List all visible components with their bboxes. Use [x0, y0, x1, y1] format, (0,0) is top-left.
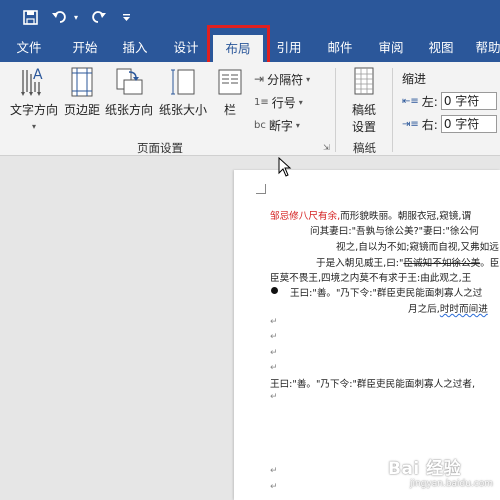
ribbon-tabs: 文件 开始 插入 设计 布局 引用 邮件 审阅 视图 帮助: [0, 34, 500, 62]
tab-view[interactable]: 视图: [418, 34, 464, 62]
columns-label: 栏: [223, 103, 236, 117]
doc-line-4-strike: 臣诚知不如徐公美: [403, 258, 481, 269]
tab-help[interactable]: 帮助: [468, 34, 500, 62]
tab-insert[interactable]: 插入: [112, 34, 158, 62]
text-direction-button[interactable]: A 文字方向 ▾: [8, 66, 60, 132]
indent-right-input[interactable]: 0 字符: [440, 115, 497, 133]
breaks-label: 分隔符: [267, 72, 304, 87]
undo-dropdown-icon[interactable]: ▾: [72, 6, 80, 28]
indent-right-control: ⇥≡ 右: 0 字符: [402, 115, 497, 133]
orientation-icon: [114, 66, 144, 98]
paragraph-mark: ↵: [270, 363, 278, 373]
manuscript-label-line1: 稿纸: [351, 103, 376, 117]
paragraph-mark: ↵: [270, 482, 278, 492]
breaks-button[interactable]: ⇥ 分隔符 ▾: [254, 70, 310, 88]
hyphenation-button[interactable]: bc 断字 ▾: [254, 116, 300, 134]
doc-line-4: 于是入朝见威王,曰:"臣诚知不如徐公美。臣之: [316, 255, 500, 269]
svg-text:A: A: [33, 67, 43, 83]
tab-home[interactable]: 开始: [62, 34, 108, 62]
indent-left-icon: ⇤≡: [402, 95, 419, 107]
tab-references[interactable]: 引用: [266, 34, 312, 62]
columns-button[interactable]: 栏: [214, 66, 246, 118]
save-icon[interactable]: [20, 6, 40, 28]
line-numbers-icon: 1≡: [254, 96, 269, 108]
manuscript-label-line2: 设置: [351, 120, 376, 134]
paragraph-mark: ↵: [270, 317, 278, 327]
group-separator: [392, 68, 393, 152]
paragraph-mark: ↵: [270, 466, 278, 476]
indent-label: 缩进: [402, 72, 427, 86]
doc-bullet-line: 王曰:"善。"乃下令:"群臣吏民能面刺寡人之过: [290, 288, 483, 299]
size-label: 纸张大小: [158, 103, 207, 117]
watermark-domain: jingyan.baidu.com: [410, 479, 494, 489]
chevron-down-icon: ▾: [31, 122, 36, 131]
tab-layout[interactable]: 布局: [213, 35, 263, 62]
margins-button[interactable]: 页边距: [62, 66, 102, 118]
undo-icon[interactable]: [50, 6, 70, 28]
columns-icon: [215, 66, 245, 98]
doc-line-4-b: 。臣之: [480, 258, 500, 269]
ribbon-layout: A 文字方向 ▾ 页边距 纸张方向 纸张大小 栏 ⇥ 分隔符 ▾ 1≡ 行号 ▾ …: [0, 62, 500, 156]
dialog-launcher-icon[interactable]: ⇲: [323, 143, 330, 152]
tab-design[interactable]: 设计: [163, 34, 209, 62]
paragraph-mark: ↵: [270, 332, 278, 342]
line-numbers-button[interactable]: 1≡ 行号 ▾: [254, 93, 303, 111]
paragraph-mark: ↵: [270, 348, 278, 358]
doc-line-7: 月之后,时时而间进: [408, 301, 488, 315]
page-setup-group-label: 页面设置: [137, 141, 183, 155]
text-direction-label: 文字方向: [9, 103, 58, 117]
orientation-label: 纸张方向: [104, 103, 153, 117]
tab-mailings[interactable]: 邮件: [317, 34, 363, 62]
size-icon: [168, 66, 198, 98]
indent-right-label: 右:: [421, 117, 438, 132]
doc-line-4-a: 于是入朝见威王,曰:": [316, 258, 404, 269]
tab-review[interactable]: 审阅: [368, 34, 414, 62]
margins-label: 页边距: [63, 103, 100, 117]
line-numbers-label: 行号: [271, 95, 296, 110]
hyphenation-icon: bc: [254, 119, 266, 131]
text-direction-icon: A: [19, 66, 49, 98]
size-button[interactable]: 纸张大小: [156, 66, 210, 118]
doc-line-7-b: 时时而间进: [439, 304, 488, 315]
doc-line-1: 邹忌修八尺有余,而形貌昳丽。朝服衣冠,窥镜,谓: [270, 208, 471, 222]
orientation-button[interactable]: 纸张方向: [103, 66, 155, 118]
manuscript-icon: [349, 66, 379, 98]
doc-line-7-a: 月之后,: [408, 304, 440, 315]
customize-qat-icon[interactable]: [120, 6, 132, 28]
document-page[interactable]: 邹忌修八尺有余,而形貌昳丽。朝服衣冠,窥镜,谓 问其妻曰:"吾孰与徐公美?"妻曰…: [234, 170, 500, 500]
chevron-down-icon: ▾: [298, 97, 303, 107]
breaks-icon: ⇥: [254, 72, 265, 86]
doc-line-1-red: 邹忌修八尺有余,: [270, 211, 341, 222]
indent-left-label: 左:: [421, 94, 438, 109]
manuscript-settings-button[interactable]: 稿纸 设置: [342, 66, 386, 135]
doc-line-8: 王曰:"善。"乃下令:"群臣吏民能面刺寡人之过者,: [270, 379, 476, 390]
watermark-brand: Bai 经验: [388, 459, 462, 479]
mouse-cursor-icon: [278, 156, 292, 180]
page-corner-mark: [256, 184, 266, 194]
group-separator: [335, 68, 336, 152]
margins-icon: [67, 66, 97, 98]
indent-left-control: ⇤≡ 左: 0 字符: [402, 92, 497, 110]
doc-line-1-rest: 而形貌昳丽。朝服衣冠,窥镜,谓: [340, 211, 472, 222]
tab-file[interactable]: 文件: [6, 34, 52, 62]
redo-icon[interactable]: [88, 6, 108, 28]
doc-line-2: 问其妻曰:"吾孰与徐公美?"妻曰:"徐公何: [310, 226, 479, 237]
doc-line-5: 臣莫不畏王,四境之内莫不有求于王:由此观之,王: [270, 273, 472, 284]
bullet-dot: [271, 287, 278, 294]
title-bar: ▾: [0, 0, 500, 34]
doc-line-3: 视之,自以为不如;窥镜而自视,又弗如远: [336, 242, 499, 253]
chevron-down-icon: ▾: [295, 120, 300, 130]
hyphenation-label: 断字: [268, 118, 293, 133]
watermark-logo: Bai 经验 jingyan.baidu.com: [388, 454, 493, 489]
indent-left-input[interactable]: 0 字符: [440, 92, 497, 110]
chevron-down-icon: ▾: [306, 74, 311, 84]
indent-right-icon: ⇥≡: [402, 118, 419, 130]
paragraph-mark: ↵: [270, 392, 278, 402]
manuscript-group-label: 稿纸: [353, 141, 376, 155]
